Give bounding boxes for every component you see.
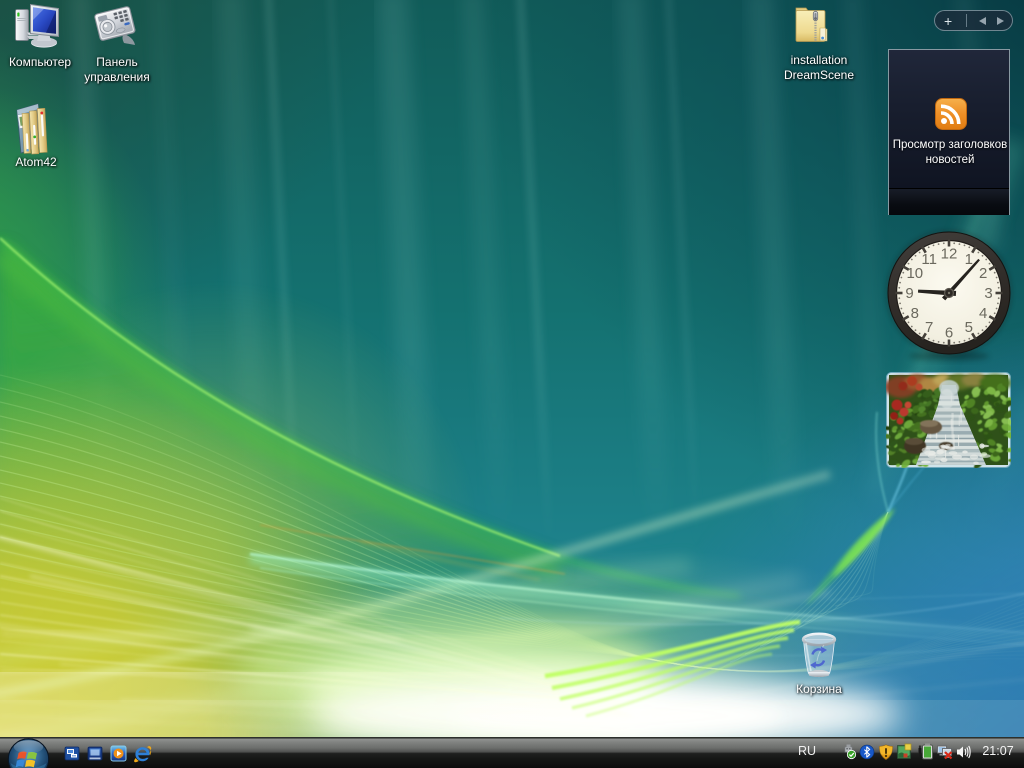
svg-text:6: 6 bbox=[945, 325, 953, 342]
svg-text:4: 4 bbox=[979, 305, 987, 322]
svg-text:12: 12 bbox=[941, 246, 958, 263]
svg-text:2: 2 bbox=[979, 265, 987, 282]
svg-text:7: 7 bbox=[925, 319, 933, 336]
svg-text:8: 8 bbox=[911, 305, 919, 322]
svg-text:3: 3 bbox=[984, 285, 992, 302]
svg-text:5: 5 bbox=[965, 319, 973, 336]
svg-text:1: 1 bbox=[965, 251, 973, 268]
svg-text:11: 11 bbox=[921, 251, 937, 268]
svg-text:9: 9 bbox=[905, 285, 913, 302]
